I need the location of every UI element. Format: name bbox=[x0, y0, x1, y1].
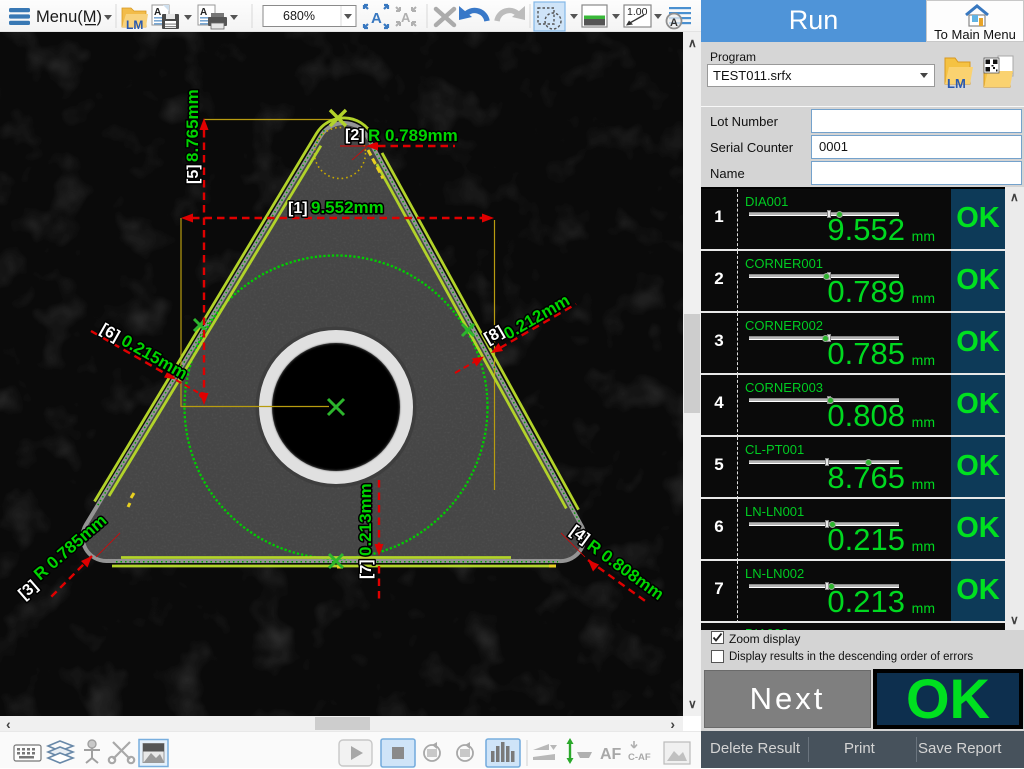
svg-text:C-AF: C-AF bbox=[628, 752, 651, 763]
svg-text:[5]: [5] bbox=[185, 164, 202, 184]
svg-text:AF: AF bbox=[600, 746, 622, 763]
svg-text:8.765mm: 8.765mm bbox=[183, 89, 202, 162]
svg-text:680%: 680% bbox=[283, 9, 315, 23]
svg-text:LM: LM bbox=[947, 76, 966, 90]
svg-text:[1]: [1] bbox=[288, 200, 308, 217]
svg-text:R 0.789mm: R 0.789mm bbox=[368, 126, 458, 145]
svg-text:A: A bbox=[670, 17, 678, 29]
svg-text:9.552mm: 9.552mm bbox=[311, 198, 384, 217]
svg-text:[7]: [7] bbox=[358, 559, 375, 579]
svg-text:LM: LM bbox=[126, 18, 143, 32]
svg-text:[2]: [2] bbox=[345, 127, 365, 144]
svg-text:A: A bbox=[200, 7, 207, 18]
svg-text:0.213mm: 0.213mm bbox=[356, 483, 375, 556]
svg-text:Menu(M): Menu(M) bbox=[36, 8, 102, 26]
svg-text:A: A bbox=[154, 7, 161, 18]
svg-text:A: A bbox=[401, 10, 411, 25]
svg-text:1.00: 1.00 bbox=[627, 6, 648, 18]
svg-text:A: A bbox=[371, 10, 382, 27]
